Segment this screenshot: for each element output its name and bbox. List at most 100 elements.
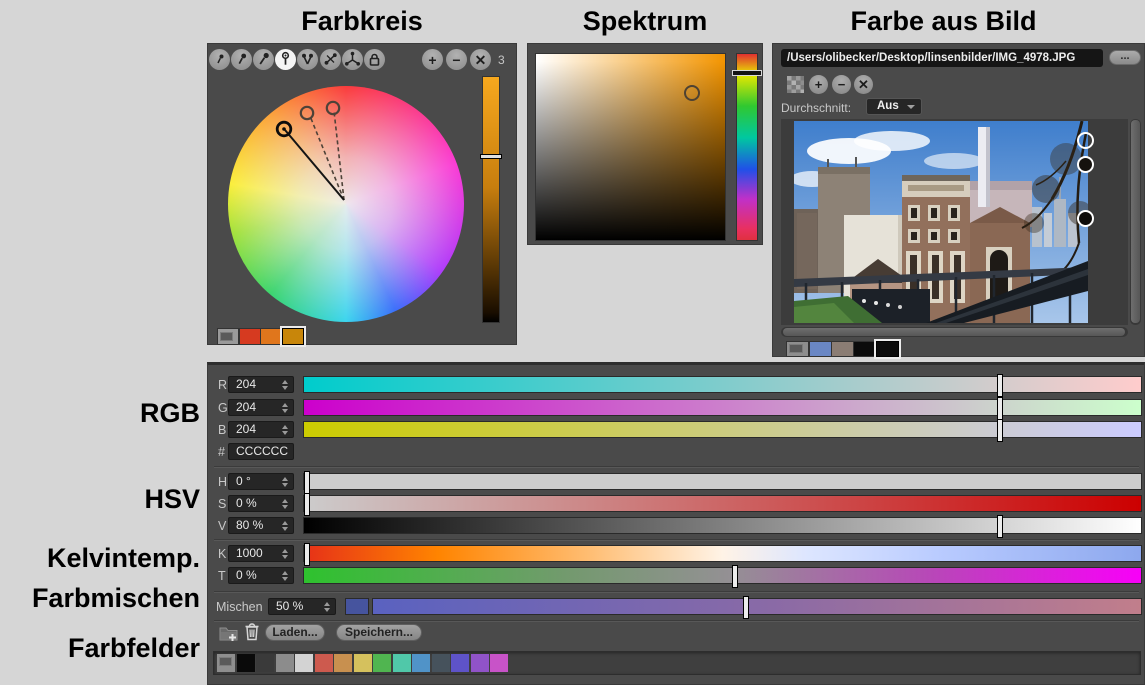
compare-swatch[interactable] — [786, 341, 809, 357]
swatch[interactable] — [256, 654, 274, 672]
stepper-arrows[interactable] — [282, 477, 288, 487]
horizontal-scrollbar-thumb[interactable] — [783, 328, 1125, 336]
harmony-mode-1-button[interactable] — [209, 49, 230, 70]
clear-harmony-button[interactable]: ✕ — [470, 49, 491, 70]
v-input[interactable]: 80 % — [228, 517, 294, 534]
s-slider-handle[interactable] — [304, 493, 310, 516]
stepper-arrows[interactable] — [282, 571, 288, 581]
stepper-arrows[interactable] — [282, 425, 288, 435]
harmony-mode-5-button[interactable] — [297, 49, 318, 70]
add-harmony-color-button[interactable]: + — [422, 49, 443, 70]
add-sample-button[interactable]: + — [809, 75, 828, 94]
swatch[interactable] — [354, 654, 372, 672]
harmony-mode-2-button[interactable] — [231, 49, 252, 70]
s-input[interactable]: 0 % — [228, 495, 294, 512]
tint-slider-handle[interactable] — [732, 565, 738, 588]
v-slider-handle[interactable] — [997, 515, 1003, 538]
kelvin-slider[interactable] — [303, 545, 1142, 562]
b-slider[interactable] — [303, 421, 1142, 438]
tint-slider[interactable] — [303, 567, 1142, 584]
kelvin-slider-handle[interactable] — [304, 543, 310, 566]
sv-marker[interactable] — [684, 85, 700, 101]
sampled-swatch[interactable] — [831, 341, 854, 357]
swatch[interactable] — [393, 654, 411, 672]
harmony-mode-4-button-selected[interactable] — [275, 49, 296, 70]
sample-point-marker[interactable] — [1077, 132, 1094, 149]
vertical-scrollbar-thumb[interactable] — [1131, 120, 1140, 323]
laden-button[interactable]: Laden... — [265, 624, 325, 641]
h-input[interactable]: 0 ° — [228, 473, 294, 490]
swatch[interactable] — [276, 654, 294, 672]
swatch[interactable] — [295, 654, 313, 672]
swatch[interactable] — [237, 654, 255, 672]
mischen-slider[interactable] — [372, 598, 1142, 615]
speichern-button[interactable]: Speichern... — [336, 624, 422, 641]
g-slider[interactable] — [303, 399, 1142, 416]
swatch[interactable] — [490, 654, 508, 672]
r-input[interactable]: 204 — [228, 376, 294, 393]
stepper-arrows[interactable] — [282, 380, 288, 390]
g-slider-handle[interactable] — [997, 397, 1003, 420]
sampled-swatch[interactable] — [809, 341, 832, 357]
h-slider-handle[interactable] — [304, 471, 310, 494]
harmony-swatch[interactable] — [260, 328, 282, 345]
swatch[interactable] — [334, 654, 352, 672]
r-slider[interactable] — [303, 376, 1142, 393]
sampled-swatch-selected[interactable] — [876, 341, 899, 357]
image-path-field[interactable]: /Users/olibecker/Desktop/linsenbilder/IM… — [781, 49, 1103, 67]
label-kelvintemp: Kelvintemp. — [0, 543, 200, 573]
harmony-swatch-selected[interactable] — [282, 328, 304, 345]
v-slider[interactable] — [303, 517, 1142, 534]
compare-swatch[interactable] — [217, 328, 239, 345]
stepper-arrows[interactable] — [282, 403, 288, 413]
hex-input[interactable]: CCCCCC — [228, 443, 294, 460]
multi-pin-icon-button[interactable] — [342, 49, 363, 70]
photo-linsenbilder[interactable] — [794, 121, 1088, 323]
mischen-slider-handle[interactable] — [743, 596, 749, 619]
swatch[interactable] — [373, 654, 391, 672]
t-input[interactable]: 0 % — [228, 567, 294, 584]
sample-point-marker[interactable] — [1077, 156, 1094, 173]
durchschnitt-dropdown[interactable]: Aus — [866, 98, 922, 115]
add-swatch-group-icon[interactable] — [218, 623, 239, 642]
mix-source-swatch[interactable] — [345, 598, 369, 615]
stepper-arrows[interactable] — [324, 602, 330, 612]
r-slider-handle[interactable] — [997, 374, 1003, 397]
color-wheel[interactable] — [228, 86, 464, 322]
swatch[interactable] — [451, 654, 469, 672]
clear-samples-button[interactable]: ✕ — [854, 75, 873, 94]
s-slider[interactable] — [303, 495, 1142, 512]
trash-icon[interactable] — [244, 621, 260, 641]
stepper-arrows[interactable] — [282, 549, 288, 559]
hue-slider[interactable] — [736, 53, 758, 241]
g-input[interactable]: 204 — [228, 399, 294, 416]
swatch[interactable] — [471, 654, 489, 672]
swatch[interactable] — [432, 654, 450, 672]
browse-button[interactable]: ... — [1109, 50, 1141, 65]
brightness-slider-handle[interactable] — [480, 154, 502, 159]
stepper-arrows[interactable] — [282, 521, 288, 531]
saturation-value-field[interactable] — [535, 53, 726, 241]
sampled-swatch[interactable] — [853, 341, 876, 357]
remove-harmony-color-button[interactable]: − — [446, 49, 467, 70]
swatch[interactable] — [315, 654, 333, 672]
stepper-arrows[interactable] — [282, 499, 288, 509]
lock-button[interactable] — [364, 49, 385, 70]
swatch[interactable] — [412, 654, 430, 672]
harmony-swatch[interactable] — [239, 328, 261, 345]
hue-slider-handle[interactable] — [732, 70, 762, 76]
h-slider[interactable] — [303, 473, 1142, 490]
complementary-pins-icon-button[interactable] — [320, 49, 341, 70]
mischen-input[interactable]: 50 % — [268, 598, 336, 615]
b-slider-handle[interactable] — [997, 419, 1003, 442]
vertical-scrollbar[interactable] — [1130, 119, 1141, 325]
sample-point-marker[interactable] — [1077, 210, 1094, 227]
b-input[interactable]: 204 — [228, 421, 294, 438]
image-viewport[interactable] — [781, 119, 1128, 325]
harmony-mode-3-button[interactable] — [253, 49, 274, 70]
horizontal-scrollbar[interactable] — [781, 327, 1128, 337]
k-input[interactable]: 1000 — [228, 545, 294, 562]
swatch-group[interactable] — [217, 654, 235, 672]
brightness-slider[interactable] — [482, 76, 500, 323]
remove-sample-button[interactable]: − — [832, 75, 851, 94]
